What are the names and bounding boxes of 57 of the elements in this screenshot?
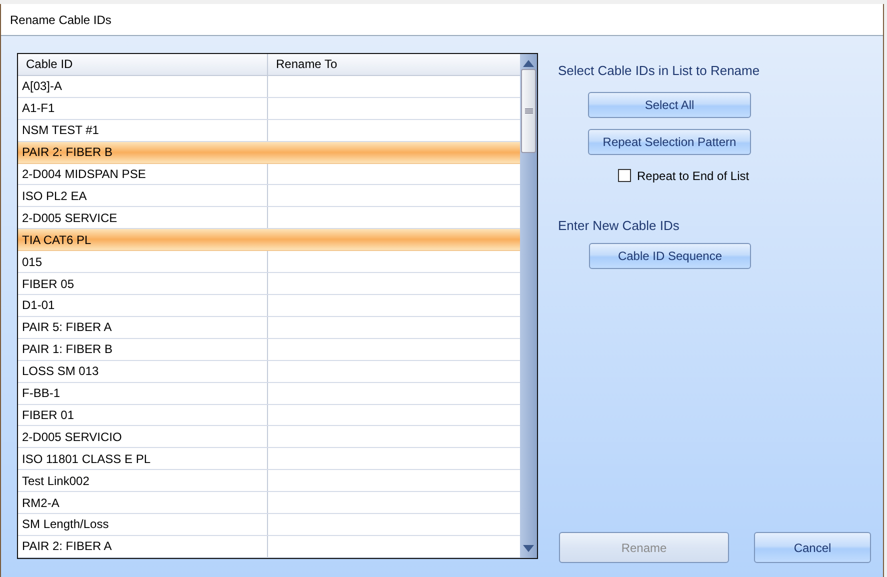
table-cell-text: PAIR 2: FIBER B [21,144,114,162]
table-cell: 015 [18,251,268,272]
scroll-down-icon[interactable] [523,545,534,552]
table-cell: Test Link002 [18,470,268,492]
table-row[interactable]: PAIR 5: FIBER A [18,316,520,339]
table-row[interactable]: Test Link002 [18,470,520,492]
table-cell: A1-F1 [18,98,268,119]
table-row[interactable]: ISO 11801 CLASS E PL [18,448,520,470]
table-row[interactable]: 015 [18,251,520,274]
table-row[interactable]: RM2-A [18,492,520,514]
table-row[interactable]: A1-F1 [18,98,520,120]
table-row[interactable]: A[03]-A [18,76,520,98]
footer-button[interactable]: Cancel [754,532,871,563]
table-cell: A[03]-A [18,76,268,97]
scrollbar[interactable] [520,54,537,558]
table-row[interactable]: FIBER 05 [18,273,520,295]
table-cell: FIBER 05 [18,273,268,294]
action-button[interactable]: Repeat Selection Pattern [588,128,751,154]
scroll-up-icon[interactable] [523,60,534,67]
table-cell-text: TIA CAT6 PL [21,232,92,249]
section-label: Select Cable IDs in List to Rename [558,62,761,80]
table-cell: ISO PL2 EA [18,185,268,206]
table-cell: ISO 11801 CLASS E PL [18,448,268,470]
table-cell: 2-D005 SERVICE [18,207,268,228]
table-cell: PAIR 5: FIBER A [18,316,268,338]
table-cell: RM2-A [18,492,268,514]
table-row[interactable]: ISO PL2 EA [18,185,520,208]
action-button[interactable]: Cable ID Sequence [589,243,751,269]
table-row[interactable]: PAIR 1: FIBER B [18,338,520,361]
table-cell: SM Length/Loss [18,514,268,535]
table-row[interactable]: TIA CAT6 PL [18,229,520,252]
table-cell: 2-D005 SERVICIO [18,426,268,448]
column-header[interactable]: Cable ID [18,54,268,75]
table-cell: PAIR 1: FIBER B [18,338,268,360]
table-cell: NSM TEST #1 [18,120,268,141]
section-label: Enter New Cable IDs [558,216,680,234]
checkbox-label: Repeat to End of List [637,168,750,184]
table-row[interactable]: SM Length/Loss [18,514,520,536]
table-cell: PAIR 2: FIBER A [18,536,268,557]
checkbox[interactable] [618,169,631,182]
table-cell: LOSS SM 013 [18,360,268,382]
table-row[interactable]: LOSS SM 013 [18,360,520,383]
table-row[interactable]: 2-D005 SERVICIO [18,426,520,448]
table-row[interactable]: FIBER 01 [18,404,520,426]
table-cell: F-BB-1 [18,382,268,404]
table-row[interactable]: PAIR 2: FIBER B [18,142,520,164]
grip-icon [524,108,532,114]
table-row[interactable]: PAIR 2: FIBER A [18,536,520,558]
table-row[interactable]: 2-D004 MIDSPAN PSE [18,164,520,186]
table-row[interactable]: D1-01 [18,294,520,317]
table-cell: 2-D004 MIDSPAN PSE [18,164,268,184]
table-cell: FIBER 01 [18,404,268,426]
window-title: Rename Cable IDs [10,12,112,28]
action-button[interactable]: Select All [588,92,751,118]
column-header[interactable]: Rename To [268,54,520,75]
table-row[interactable]: F-BB-1 [18,382,520,404]
table-cell: D1-01 [18,294,268,316]
